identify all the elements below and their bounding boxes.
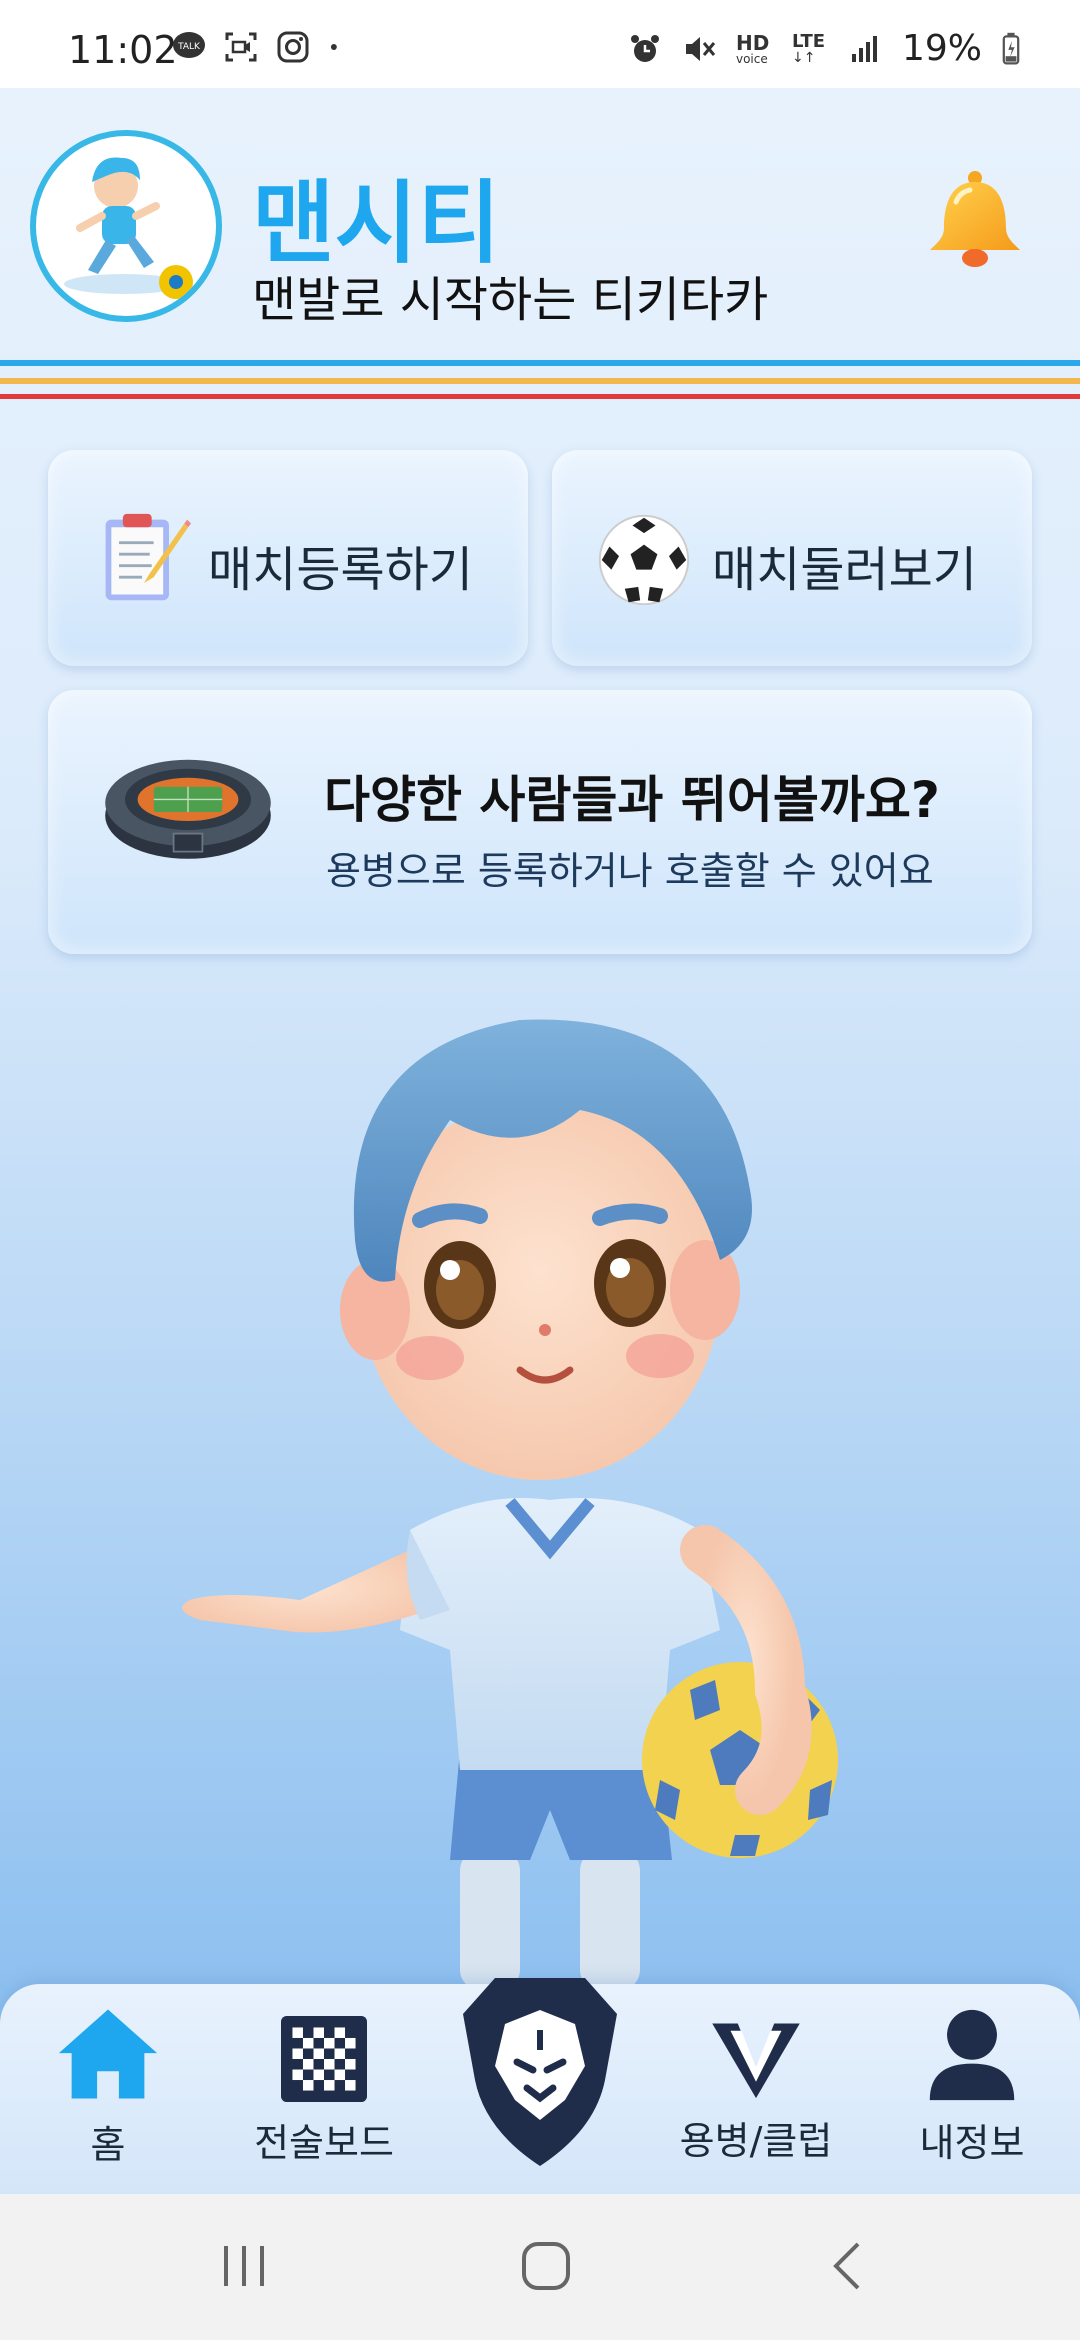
nav-mercenary-club[interactable]: 용병/클럽 xyxy=(676,2004,836,2165)
mercenary-card[interactable]: 다양한 사람들과 뛰어볼까요? 용병으로 등록하거나 호출할 수 있어요 xyxy=(48,690,1032,954)
stripe-blue xyxy=(0,360,1080,366)
system-navigation-bar xyxy=(0,2194,1080,2340)
stadium-icon xyxy=(105,759,271,859)
status-time: 11:02 xyxy=(68,28,178,72)
stripe-red xyxy=(0,394,1080,399)
hd-voice-icon: HD voice xyxy=(736,33,772,65)
mascot-character xyxy=(182,1019,838,1990)
instagram-icon xyxy=(277,31,309,63)
voice-text: voice xyxy=(735,51,768,66)
nav-my-info-label: 내정보 xyxy=(919,2121,1025,2165)
app-header: 맨시티 맨발로 시작하는 티키타카 xyxy=(0,88,1080,399)
screen-record-icon xyxy=(225,32,257,62)
bottom-navigation: 홈 전술보드 용병/클럽 내정보 xyxy=(0,1978,1080,2194)
lion-icon[interactable] xyxy=(455,1970,625,2170)
nav-mercenary-label: 용병/클럽 xyxy=(679,2119,833,2163)
svg-text:TALK: TALK xyxy=(177,42,201,52)
nav-tactics-label: 전술보드 xyxy=(254,2121,394,2165)
clipboard-icon xyxy=(105,513,192,601)
mercenary-subtitle: 용병으로 등록하거나 호출할 수 있어요 xyxy=(326,849,934,893)
status-bar: 11:02 TALK HD voice LTE ↓↑ 19% xyxy=(0,0,1080,88)
lte-icon: LTE ↓↑ xyxy=(791,30,828,65)
app-logo xyxy=(30,130,222,322)
home-icon xyxy=(58,2009,158,2099)
nav-home-label: 홈 xyxy=(90,2123,126,2167)
nav-home[interactable]: 홈 xyxy=(28,2004,188,2169)
mute-icon xyxy=(685,36,716,61)
hd-text: HD xyxy=(735,30,770,55)
home-button-icon[interactable] xyxy=(516,2236,576,2296)
battery-icon xyxy=(1002,32,1020,65)
alarm-icon xyxy=(630,34,659,62)
stripe-yellow xyxy=(0,378,1080,384)
mercenary-title: 다양한 사람들과 뛰어볼까요? xyxy=(324,771,940,829)
browse-match-label: 매치둘러보기 xyxy=(712,542,977,598)
recent-apps-icon[interactable] xyxy=(214,2236,274,2296)
kakaotalk-icon: TALK xyxy=(173,32,205,58)
back-icon[interactable] xyxy=(820,2236,880,2296)
battery-percent: 19% xyxy=(901,28,982,69)
browse-match-button[interactable]: 매치둘러보기 xyxy=(552,450,1032,666)
lte-text: LTE xyxy=(791,30,826,52)
v-logo-icon xyxy=(712,2023,800,2099)
nav-tactics-board[interactable]: 전술보드 xyxy=(244,2004,404,2167)
checkerboard-icon xyxy=(281,2016,367,2102)
dot-icon xyxy=(330,44,337,50)
register-match-button[interactable]: 매치등록하기 xyxy=(48,450,528,666)
bell-icon[interactable] xyxy=(920,166,1030,276)
app-subtitle: 맨발로 시작하는 티키타카 xyxy=(252,272,769,328)
signal-icon xyxy=(851,35,877,62)
register-match-label: 매치등록하기 xyxy=(208,542,473,598)
person-icon xyxy=(929,2009,1015,2101)
nav-my-info[interactable]: 내정보 xyxy=(892,2004,1052,2167)
soccer-ball-icon xyxy=(598,514,690,606)
